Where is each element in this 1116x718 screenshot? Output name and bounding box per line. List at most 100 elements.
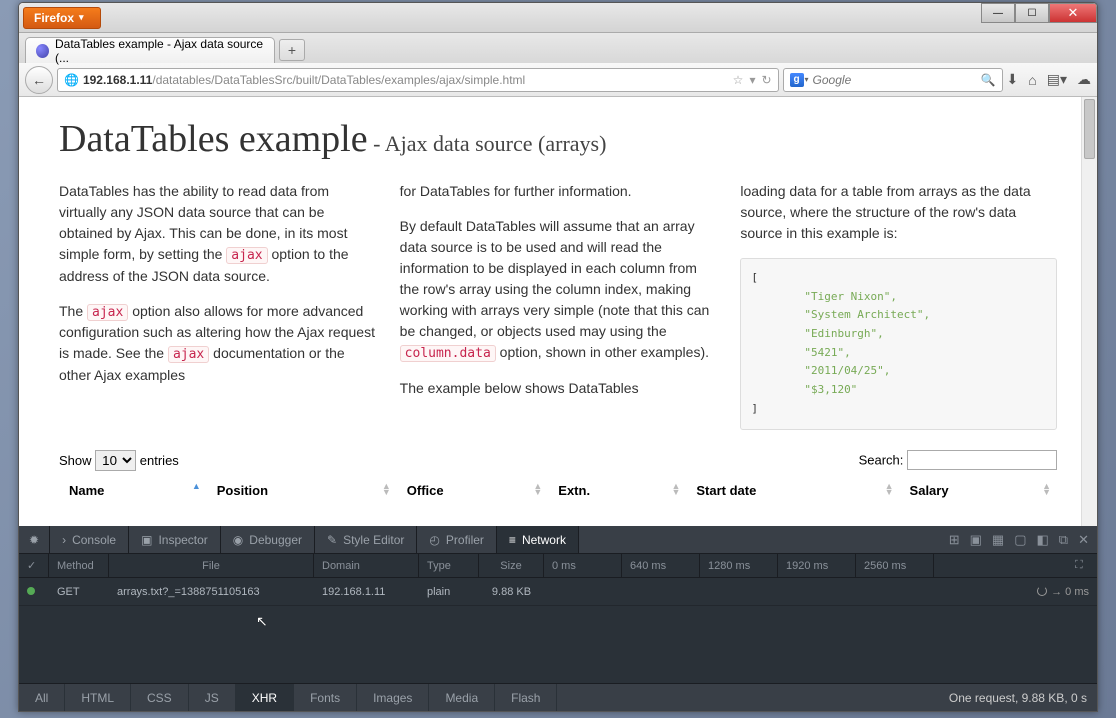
tool-network[interactable]: ≡Network <box>497 526 579 553</box>
back-button[interactable]: ← <box>25 66 53 94</box>
devtools-toolbar: ✹ ›Console ▣Inspector ◉Debugger ✎Style E… <box>19 526 1097 554</box>
sort-icon: ▲▼ <box>533 483 542 495</box>
th-position[interactable]: Position▲▼ <box>207 477 397 504</box>
time-tick: 0 ms <box>544 554 622 577</box>
filter-css[interactable]: CSS <box>131 684 189 711</box>
style-editor-icon: ✎ <box>327 533 337 547</box>
hdr-file[interactable]: File <box>109 554 314 577</box>
url-host: 192.168.1.11 <box>83 73 152 87</box>
downloads-icon[interactable]: ⬇ <box>1007 71 1019 88</box>
time-tick: 1280 ms <box>700 554 778 577</box>
tool-console[interactable]: ›Console <box>50 526 129 553</box>
devtools-options-button[interactable]: ✹ <box>19 526 50 553</box>
inspector-icon: ▣ <box>141 533 152 547</box>
filter-all[interactable]: All <box>19 684 65 711</box>
tool-profiler[interactable]: ◴Profiler <box>417 526 497 553</box>
sort-icon: ▲▼ <box>885 483 894 495</box>
dt-icon[interactable]: ▢ <box>1014 532 1026 548</box>
globe-icon: 🌐 <box>64 73 79 87</box>
filter-xhr[interactable]: XHR <box>236 684 294 711</box>
addon-icon[interactable]: ☁ <box>1077 71 1091 88</box>
favicon-icon <box>36 44 49 58</box>
dt-icon[interactable]: ⊞ <box>949 532 960 548</box>
dropdown-icon[interactable]: ▾ <box>749 73 755 87</box>
code-example: [ "Tiger Nixon", "System Architect", "Ed… <box>740 258 1057 430</box>
network-row[interactable]: GET arrays.txt?_=1388751105163 192.168.1… <box>19 578 1097 606</box>
devtools-panel: ✹ ›Console ▣Inspector ◉Debugger ✎Style E… <box>19 526 1097 711</box>
search-icon[interactable]: 🔍 <box>981 73 996 87</box>
hdr-size[interactable]: Size <box>479 554 544 577</box>
time-tick: 2560 ms <box>856 554 934 577</box>
th-salary[interactable]: Salary▲▼ <box>900 477 1057 504</box>
time-tick: 640 ms <box>622 554 700 577</box>
network-summary: One request, 9.88 KB, 0 s <box>939 684 1097 711</box>
row-type: plain <box>419 586 479 598</box>
reload-icon[interactable]: ↻ <box>761 73 771 87</box>
th-extn[interactable]: Extn.▲▼ <box>548 477 686 504</box>
tab-title: DataTables example - Ajax data source (.… <box>55 37 264 65</box>
hdr-method[interactable]: Method <box>49 554 109 577</box>
page-content: DataTables example - Ajax data source (a… <box>19 97 1097 514</box>
home-icon[interactable]: ⌂ <box>1028 72 1036 88</box>
tool-style-editor[interactable]: ✎Style Editor <box>315 526 417 553</box>
code-column-data: column.data <box>400 345 496 362</box>
dock-side-icon[interactable]: ◧ <box>1037 532 1049 548</box>
length-control: Show 10 entries <box>59 450 179 471</box>
maximize-button[interactable]: ☐ <box>1015 3 1049 23</box>
status-dot-icon <box>27 587 35 595</box>
dt-icon[interactable]: ▣ <box>970 532 982 548</box>
filter-fonts[interactable]: Fonts <box>294 684 357 711</box>
code-ajax: ajax <box>168 346 209 363</box>
titlebar: Firefox — ☐ ✕ <box>19 3 1097 33</box>
hdr-type[interactable]: Type <box>419 554 479 577</box>
filter-images[interactable]: Images <box>357 684 429 711</box>
minimize-button[interactable]: — <box>981 3 1015 23</box>
url-bar[interactable]: 🌐 192.168.1.11/datatables/DataTablesSrc/… <box>57 68 779 92</box>
code-ajax: ajax <box>87 304 128 321</box>
search-engine-dropdown-icon[interactable]: ▾ <box>805 75 809 84</box>
browser-window: Firefox — ☐ ✕ DataTables example - Ajax … <box>18 2 1098 712</box>
network-headers: ✓ Method File Domain Type Size 0 ms 640 … <box>19 554 1097 578</box>
bookmark-star-icon[interactable]: ☆ <box>733 73 744 87</box>
new-tab-button[interactable]: + <box>279 39 305 61</box>
url-path: /datatables/DataTablesSrc/built/DataTabl… <box>152 73 525 87</box>
th-start[interactable]: Start date▲▼ <box>686 477 899 504</box>
nav-bar: ← 🌐 192.168.1.11/datatables/DataTablesSr… <box>19 63 1097 97</box>
table-controls: Show 10 entries Search: <box>59 450 1057 471</box>
length-select[interactable]: 10 <box>95 450 136 471</box>
browser-tab[interactable]: DataTables example - Ajax data source (.… <box>25 37 275 63</box>
filter-media[interactable]: Media <box>429 684 495 711</box>
sort-icon: ▲▼ <box>671 483 680 495</box>
close-button[interactable]: ✕ <box>1049 3 1097 23</box>
row-status <box>19 586 49 598</box>
filter-flash[interactable]: Flash <box>495 684 557 711</box>
filter-js[interactable]: JS <box>189 684 236 711</box>
expand-icon[interactable]: ⛶ <box>1067 554 1097 577</box>
scrollbar[interactable] <box>1081 97 1097 526</box>
debugger-icon: ◉ <box>233 533 243 547</box>
firefox-menu-button[interactable]: Firefox <box>23 7 101 29</box>
dt-popout-icon[interactable]: ⧉ <box>1059 532 1068 548</box>
tool-inspector[interactable]: ▣Inspector <box>129 526 221 553</box>
sort-icon: ▲▼ <box>382 483 391 495</box>
filter-html[interactable]: HTML <box>65 684 131 711</box>
dt-close-icon[interactable]: ✕ <box>1078 532 1089 548</box>
column-2: for DataTables for further information. … <box>400 181 717 430</box>
hdr-status[interactable]: ✓ <box>19 554 49 577</box>
search-control: Search: <box>859 450 1057 471</box>
th-office[interactable]: Office▲▼ <box>397 477 549 504</box>
bookmarks-menu-icon[interactable]: ▤▾ <box>1047 71 1067 88</box>
tool-debugger[interactable]: ◉Debugger <box>221 526 315 553</box>
th-name[interactable]: Name▲ <box>59 477 207 504</box>
page-title: DataTables example - Ajax data source (a… <box>59 117 1057 161</box>
table-search-input[interactable] <box>907 450 1057 470</box>
scrollbar-thumb[interactable] <box>1084 99 1095 159</box>
column-3: loading data for a table from arrays as … <box>740 181 1057 430</box>
search-input[interactable] <box>813 73 981 87</box>
row-size: 9.88 KB <box>479 586 544 598</box>
network-icon: ≡ <box>509 533 516 547</box>
hdr-domain[interactable]: Domain <box>314 554 419 577</box>
row-domain: 192.168.1.11 <box>314 586 419 598</box>
search-bar[interactable]: g ▾ 🔍 <box>783 68 1003 92</box>
dt-icon[interactable]: ▦ <box>992 532 1004 548</box>
